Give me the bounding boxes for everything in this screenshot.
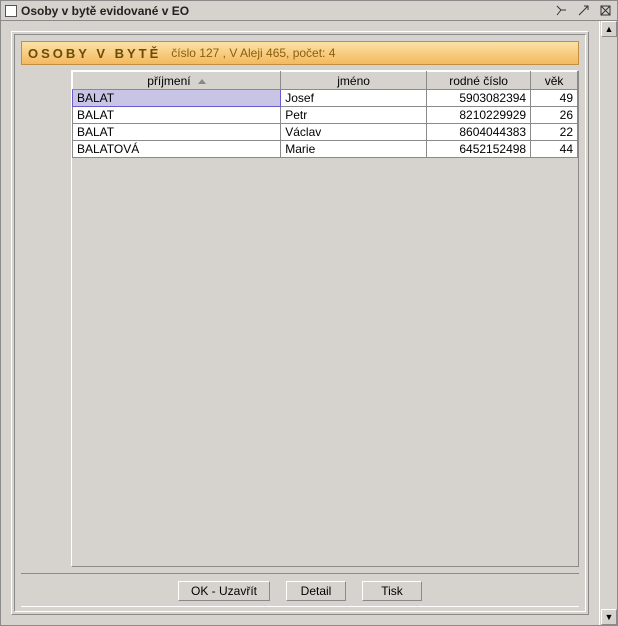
maximize-icon[interactable]: [575, 3, 591, 19]
col-header-id[interactable]: rodné číslo: [427, 72, 531, 90]
sort-asc-icon: [198, 79, 206, 84]
col-header-age-label: věk: [545, 74, 564, 88]
table-row[interactable]: BALATOVÁ Marie 6452152498 44: [73, 141, 578, 158]
table-row[interactable]: BALAT Josef 5903082394 49: [73, 90, 578, 107]
table-row[interactable]: BALAT Václav 8604044383 22: [73, 124, 578, 141]
cell-surname[interactable]: BALAT: [73, 124, 281, 141]
col-header-surname[interactable]: příjmení: [73, 72, 281, 90]
col-header-name-label: jméno: [337, 74, 370, 88]
cell-id[interactable]: 6452152498: [427, 141, 531, 158]
panel-header: OSOBY V BYTĚ číslo 127 , V Aleji 465, po…: [21, 41, 579, 65]
ok-close-button[interactable]: OK - Uzavřít: [178, 581, 270, 601]
col-header-surname-label: příjmení: [147, 74, 190, 88]
app-icon: [5, 5, 17, 17]
panel-subtitle: číslo 127 , V Aleji 465, počet: 4: [171, 46, 335, 60]
panel-title: OSOBY V BYTĚ: [28, 46, 161, 61]
cell-age[interactable]: 44: [531, 141, 578, 158]
cell-surname[interactable]: BALATOVÁ: [73, 141, 281, 158]
cell-id[interactable]: 8210229929: [427, 107, 531, 124]
cell-surname[interactable]: BALAT: [73, 107, 281, 124]
scroll-down-icon[interactable]: ▼: [601, 609, 617, 625]
app-window: Osoby v bytě evidované v EO OSOBY V BYTĚ…: [0, 0, 618, 626]
col-header-id-label: rodné číslo: [449, 74, 508, 88]
table-container: příjmení jméno rodné číslo: [71, 70, 579, 567]
window-title: Osoby v bytě evidované v EO: [21, 4, 189, 18]
cell-id[interactable]: 8604044383: [427, 124, 531, 141]
titlebar: Osoby v bytě evidované v EO: [1, 1, 617, 21]
cell-id[interactable]: 5903082394: [427, 90, 531, 107]
detail-button[interactable]: Detail: [286, 581, 346, 601]
table-row[interactable]: BALAT Petr 8210229929 26: [73, 107, 578, 124]
minimize-icon[interactable]: [553, 3, 569, 19]
col-header-name[interactable]: jméno: [281, 72, 427, 90]
vertical-scrollbar[interactable]: ▲ ▼: [599, 21, 617, 625]
cell-name[interactable]: Václav: [281, 124, 427, 141]
cell-name[interactable]: Marie: [281, 141, 427, 158]
main-panel: OSOBY V BYTĚ číslo 127 , V Aleji 465, po…: [11, 31, 589, 615]
cell-surname[interactable]: BALAT: [73, 90, 281, 107]
print-button[interactable]: Tisk: [362, 581, 422, 601]
cell-age[interactable]: 49: [531, 90, 578, 107]
cell-name[interactable]: Petr: [281, 107, 427, 124]
cell-age[interactable]: 22: [531, 124, 578, 141]
people-table: příjmení jméno rodné číslo: [72, 71, 578, 158]
button-bar: OK - Uzavřít Detail Tisk: [21, 573, 579, 607]
scroll-up-icon[interactable]: ▲: [601, 21, 617, 37]
col-header-age[interactable]: věk: [531, 72, 578, 90]
cell-name[interactable]: Josef: [281, 90, 427, 107]
close-icon[interactable]: [597, 3, 613, 19]
cell-age[interactable]: 26: [531, 107, 578, 124]
